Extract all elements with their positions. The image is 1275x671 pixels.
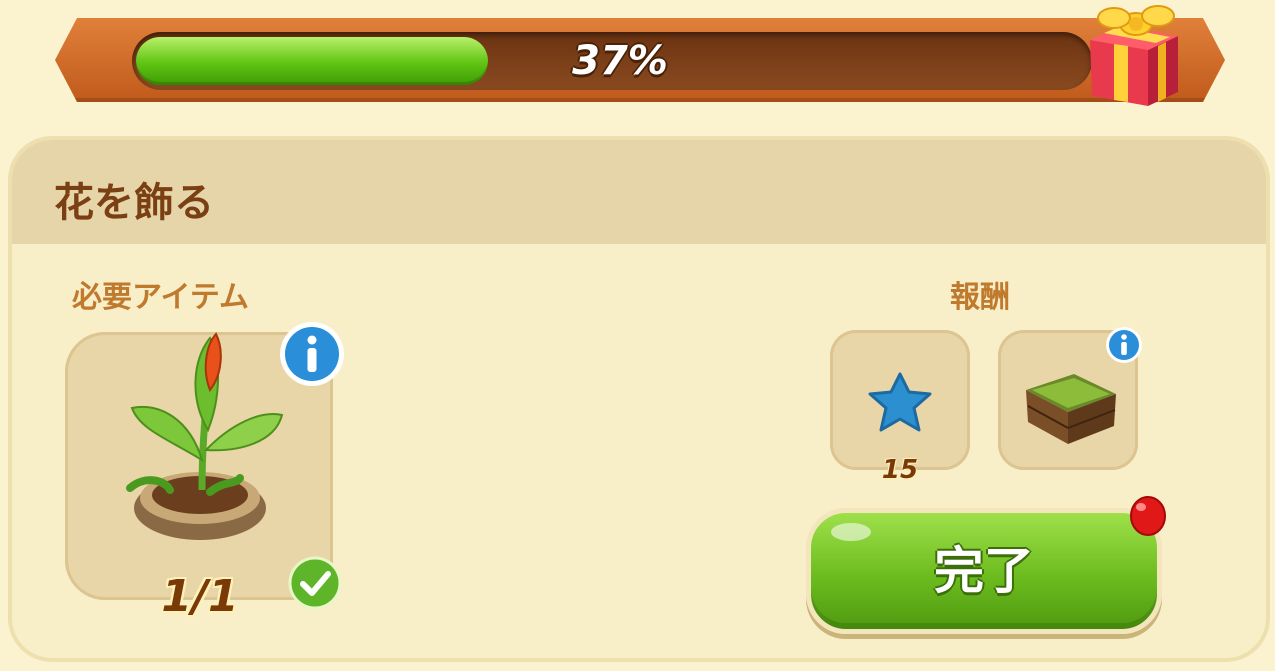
- red-balloon-dot-icon: [1130, 496, 1166, 536]
- task-title: 花を飾る: [54, 180, 214, 226]
- grass-crate-icon: [1026, 374, 1116, 444]
- complete-button[interactable]: 完了: [806, 508, 1162, 634]
- required-item-count: 1/1: [161, 571, 239, 622]
- complete-button-label: 完了: [934, 542, 1034, 600]
- info-icon[interactable]: [1104, 325, 1144, 365]
- flower-seedling-pot-icon: [126, 332, 284, 540]
- rewards-label: 報酬: [950, 280, 1010, 315]
- quest-screen: 37% 花を飾る 必要アイテム 報酬 1/1 15 完了: [0, 0, 1275, 671]
- reward-star-quantity: 15: [881, 455, 919, 485]
- blue-star-icon: [868, 372, 932, 432]
- check-icon: [288, 556, 342, 610]
- info-icon[interactable]: [278, 320, 346, 388]
- gift-box-icon[interactable]: [1078, 0, 1183, 110]
- progress-bar-fill: [136, 37, 488, 85]
- required-items-label: 必要アイテム: [72, 280, 249, 315]
- progress-percent-label: 37%: [572, 38, 668, 84]
